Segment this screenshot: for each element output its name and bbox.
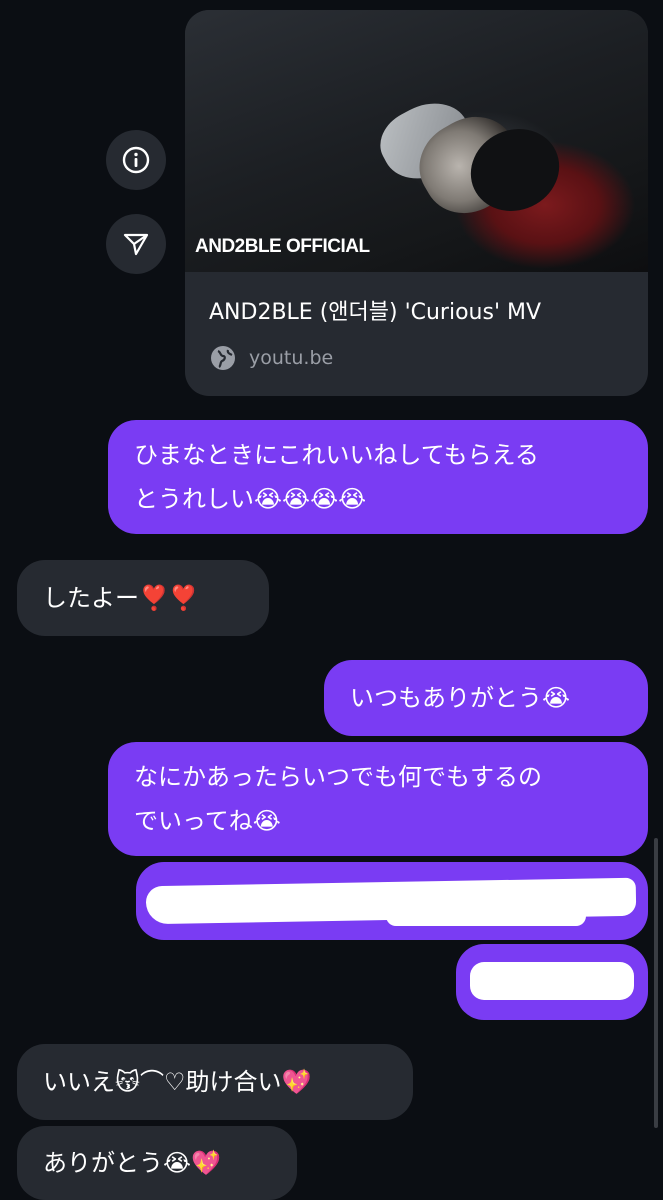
scrollbar[interactable] xyxy=(654,838,658,1128)
message-bubble-sent[interactable]: ひまなときにこれいいねしてもらえる とうれしい😭😭😭😭 xyxy=(108,420,648,534)
message-bubble-sent[interactable]: なにかあったらいつでも何でもするの でいってね😭 xyxy=(108,742,648,856)
info-button[interactable] xyxy=(106,130,166,190)
message-text: ありがとう😭💖 xyxy=(43,1149,221,1177)
message-bubble-received[interactable]: ありがとう😭💖 xyxy=(17,1126,297,1200)
link-domain: youtu.be xyxy=(249,347,334,369)
link-domain-row: youtu.be xyxy=(209,344,333,372)
send-icon xyxy=(123,233,149,256)
message-text: いつもありがとう😭 xyxy=(350,684,571,712)
message-bubble-received[interactable]: したよー❣️❣️ xyxy=(17,560,269,636)
message-bubble-received[interactable]: いいえ😽⌒♡助け合い💖 xyxy=(17,1044,413,1120)
video-thumbnail[interactable]: AND2BLE OFFICIAL xyxy=(185,10,648,272)
redaction-mark xyxy=(470,962,634,1000)
share-button[interactable] xyxy=(106,214,166,274)
redaction-mark xyxy=(386,906,586,926)
link-title[interactable]: AND2BLE (앤더블) 'Curious' MV xyxy=(209,294,541,326)
message-text: とうれしい😭😭😭😭 xyxy=(134,485,367,513)
link-preview-card[interactable]: AND2BLE OFFICIAL AND2BLE (앤더블) 'Curious'… xyxy=(185,10,648,396)
globe-icon xyxy=(211,346,235,370)
thumbnail-logo-text: AND2BLE OFFICIAL xyxy=(195,236,370,257)
message-text: ひまなときにこれいいねしてもらえる xyxy=(134,441,539,469)
message-text: でいってね😭 xyxy=(134,807,281,835)
message-text: いいえ😽⌒♡助け合い💖 xyxy=(43,1068,312,1096)
info-icon xyxy=(122,146,150,174)
message-text: したよー❣️❣️ xyxy=(43,584,199,612)
message-bubble-sent-redacted[interactable] xyxy=(456,944,648,1020)
message-bubble-sent[interactable]: いつもありがとう😭 xyxy=(324,660,648,736)
message-bubble-sent-redacted[interactable] xyxy=(136,862,648,940)
message-text: なにかあったらいつでも何でもするの xyxy=(134,763,542,791)
